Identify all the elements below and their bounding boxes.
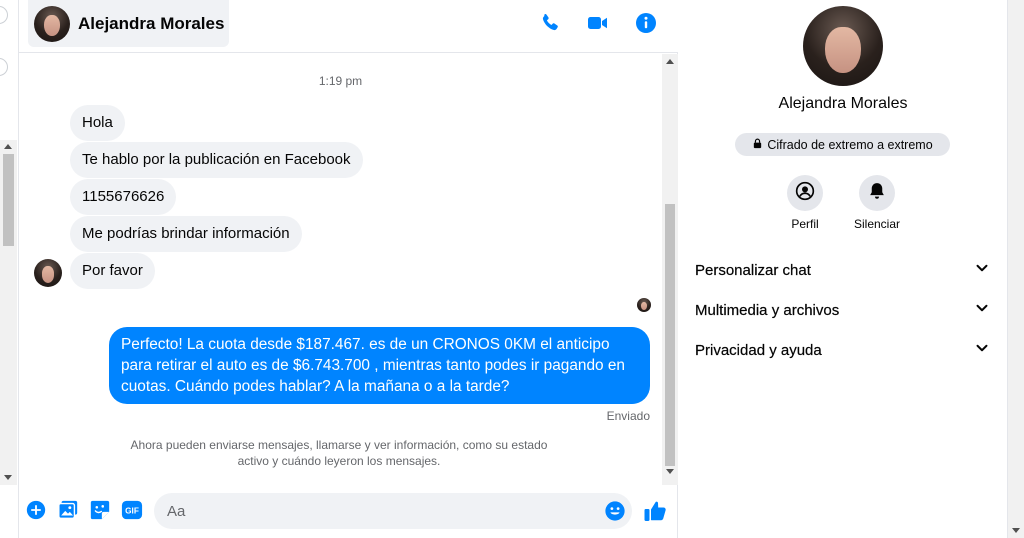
photo-icon[interactable] [57,499,79,521]
chat-scroll-up-arrow[interactable] [666,59,674,64]
gif-label: GIF [125,507,139,516]
section-label: Personalizar chat [695,261,811,279]
message-list[interactable]: 1:19 pm Hola Te hablo por la publicación… [19,54,662,484]
incoming-message[interactable]: Te hablo por la publicación en Facebook [70,142,363,178]
info-icon[interactable] [634,11,658,35]
chat-header: Alejandra Morales [19,0,678,53]
incoming-message[interactable]: 1155676626 [70,179,177,215]
sticker-icon[interactable] [89,499,111,521]
gif-icon[interactable]: GIF [121,499,143,521]
page-scrollbar[interactable] [1007,0,1024,538]
chat-scroll-down-arrow[interactable] [666,469,674,474]
chat-scrollbar[interactable] [662,54,678,485]
composer-bar: GIF [19,485,678,538]
incoming-message[interactable]: Por favor [70,253,155,289]
scroll-up-arrow[interactable] [4,144,12,149]
chat-scrollbar-thumb[interactable] [665,204,675,466]
sender-avatar[interactable] [34,259,62,287]
section-customize-chat[interactable]: Personalizar chat [695,250,991,290]
profile-action[interactable]: Perfil [765,175,845,231]
encryption-label: Cifrado de extremo a extremo [767,137,933,152]
chevron-down-icon [973,259,991,281]
lock-icon [752,138,763,152]
emoji-icon[interactable] [604,500,626,522]
phone-icon[interactable] [538,11,562,35]
chevron-down-icon [973,299,991,321]
left-scrollbar[interactable] [0,140,17,485]
contact-avatar[interactable] [34,5,70,42]
message-status: Enviado [606,409,650,423]
contact-chip[interactable]: Alejandra Morales [28,0,229,47]
left-panel-item-fragment[interactable] [0,58,8,76]
scroll-down-arrow[interactable] [4,475,12,480]
incoming-message[interactable]: Hola [70,105,125,141]
incoming-message[interactable]: Me podrías brindar información [70,216,302,252]
seen-receipt-avatar [637,298,651,312]
contact-name[interactable]: Alejandra Morales [78,14,224,34]
mute-action[interactable]: Silenciar [837,175,917,231]
thumbs-up-icon[interactable] [643,499,666,521]
page-scroll-down-arrow[interactable] [1012,528,1020,533]
profile-name: Alejandra Morales [778,95,908,112]
profile-action-label: Perfil [791,217,819,231]
message-timestamp: 1:19 pm [318,74,363,88]
bell-icon [867,181,887,206]
profile-icon [795,181,815,206]
encryption-badge[interactable]: Cifrado de extremo a extremo [735,133,950,156]
section-privacy-help[interactable]: Privacidad y ayuda [695,330,991,370]
message-input[interactable] [154,493,632,529]
left-scrollbar-thumb[interactable] [3,154,14,246]
profile-avatar[interactable] [803,6,883,86]
section-media-files[interactable]: Multimedia y archivos [695,290,991,330]
section-label: Privacidad y ayuda [695,341,822,359]
chevron-down-icon [973,339,991,361]
video-camera-icon[interactable] [586,11,610,35]
mute-action-label: Silenciar [853,217,901,231]
outgoing-message[interactable]: Perfecto! La cuota desde $187.467. es de… [109,327,650,404]
plus-circle-icon[interactable] [25,499,47,521]
chat-panel: Alejandra Morales 1:19 pm Hola Te hablo … [19,0,678,538]
left-panel-item-fragment[interactable] [0,6,8,24]
privacy-notice: Ahora pueden enviarse mensajes, llamarse… [130,438,548,468]
section-label: Multimedia y archivos [695,301,840,319]
conversation-details-panel: Alejandra Morales Cifrado de extremo a e… [679,0,1007,538]
